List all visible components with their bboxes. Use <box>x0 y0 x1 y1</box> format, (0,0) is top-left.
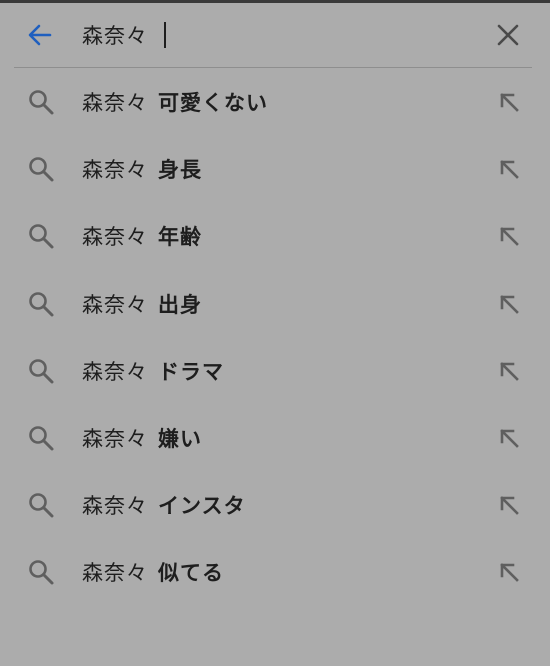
suggestion-item[interactable]: 森奈々 身長 <box>0 135 550 202</box>
arrow-up-left-icon <box>500 160 519 180</box>
search-icon <box>29 358 54 384</box>
fill-query-button[interactable] <box>493 556 525 588</box>
suggestion-prefix: 森奈々 <box>82 292 148 317</box>
fill-query-button[interactable] <box>493 86 525 118</box>
arrow-back-icon <box>28 24 52 46</box>
suggestion-completion: 嫌い <box>158 426 202 451</box>
suggestion-text: 森奈々 似てる <box>82 556 224 588</box>
arrow-up-left-icon <box>500 227 519 247</box>
suggestion-prefix: 森奈々 <box>82 91 148 115</box>
suggestion-item[interactable]: 森奈々 ドラマ <box>0 337 550 404</box>
suggestion-prefix: 森奈々 <box>82 359 148 384</box>
search-icon <box>29 493 54 518</box>
suggestion-text: 森奈々 身長 <box>82 153 202 185</box>
suggestion-list: 森奈々 可愛くない 森奈々 身長 森奈々 年齢 森奈々 出身 森奈々 ドラマ 森… <box>0 68 550 606</box>
suggestion-text: 森奈々 可愛くない <box>82 86 268 118</box>
search-input[interactable]: 森奈々 <box>82 17 166 53</box>
suggestion-text: 森奈々 出身 <box>82 288 202 320</box>
suggestion-completion: ドラマ <box>158 359 224 384</box>
search-icon <box>29 90 54 115</box>
fill-query-button[interactable] <box>493 220 525 252</box>
arrow-up-left-icon <box>500 496 519 515</box>
arrow-up-left-icon <box>500 361 519 381</box>
fill-query-button[interactable] <box>493 422 525 454</box>
search-bar: 森奈々 <box>0 3 550 67</box>
fill-query-button[interactable] <box>493 489 525 521</box>
suggestion-prefix: 森奈々 <box>82 426 148 451</box>
search-icon <box>29 157 54 182</box>
close-icon <box>497 24 519 46</box>
suggestion-text: 森奈々 年齢 <box>82 220 202 252</box>
search-icon <box>29 560 54 585</box>
search-icon <box>29 224 54 249</box>
back-button[interactable] <box>22 17 58 53</box>
suggestion-completion: 年齢 <box>158 225 202 250</box>
suggestion-completion: 身長 <box>158 158 202 183</box>
suggestion-item[interactable]: 森奈々 インスタ <box>0 471 550 538</box>
suggestion-item[interactable]: 森奈々 可愛くない <box>0 68 550 135</box>
suggestion-text: 森奈々 ドラマ <box>82 355 224 387</box>
arrow-up-left-icon <box>500 294 519 314</box>
arrow-up-left-icon <box>500 563 519 583</box>
fill-query-button[interactable] <box>493 355 525 387</box>
suggestion-prefix: 森奈々 <box>82 158 148 183</box>
suggestion-item[interactable]: 森奈々 出身 <box>0 270 550 337</box>
suggestion-text: 森奈々 インスタ <box>82 489 246 521</box>
suggestion-text: 森奈々 嫌い <box>82 422 202 454</box>
suggestion-completion: インスタ <box>158 494 246 519</box>
arrow-up-left-icon <box>500 429 519 448</box>
text-cursor <box>164 22 166 48</box>
suggestion-prefix: 森奈々 <box>82 225 148 250</box>
search-icon <box>29 291 54 317</box>
suggestion-item[interactable]: 森奈々 嫌い <box>0 404 550 471</box>
suggestion-item[interactable]: 森奈々 似てる <box>0 538 550 605</box>
arrow-up-left-icon <box>500 93 519 112</box>
search-icon <box>29 426 54 451</box>
suggestion-completion: 可愛くない <box>158 91 268 115</box>
suggestion-completion: 出身 <box>158 292 202 317</box>
search-query-text: 森奈々 <box>82 24 148 48</box>
suggestion-item[interactable]: 森奈々 年齢 <box>0 202 550 269</box>
suggestion-completion: 似てる <box>158 561 224 586</box>
suggestion-prefix: 森奈々 <box>82 561 148 586</box>
fill-query-button[interactable] <box>493 153 525 185</box>
fill-query-button[interactable] <box>493 288 525 320</box>
clear-button[interactable] <box>490 17 526 53</box>
suggestion-prefix: 森奈々 <box>82 494 148 519</box>
